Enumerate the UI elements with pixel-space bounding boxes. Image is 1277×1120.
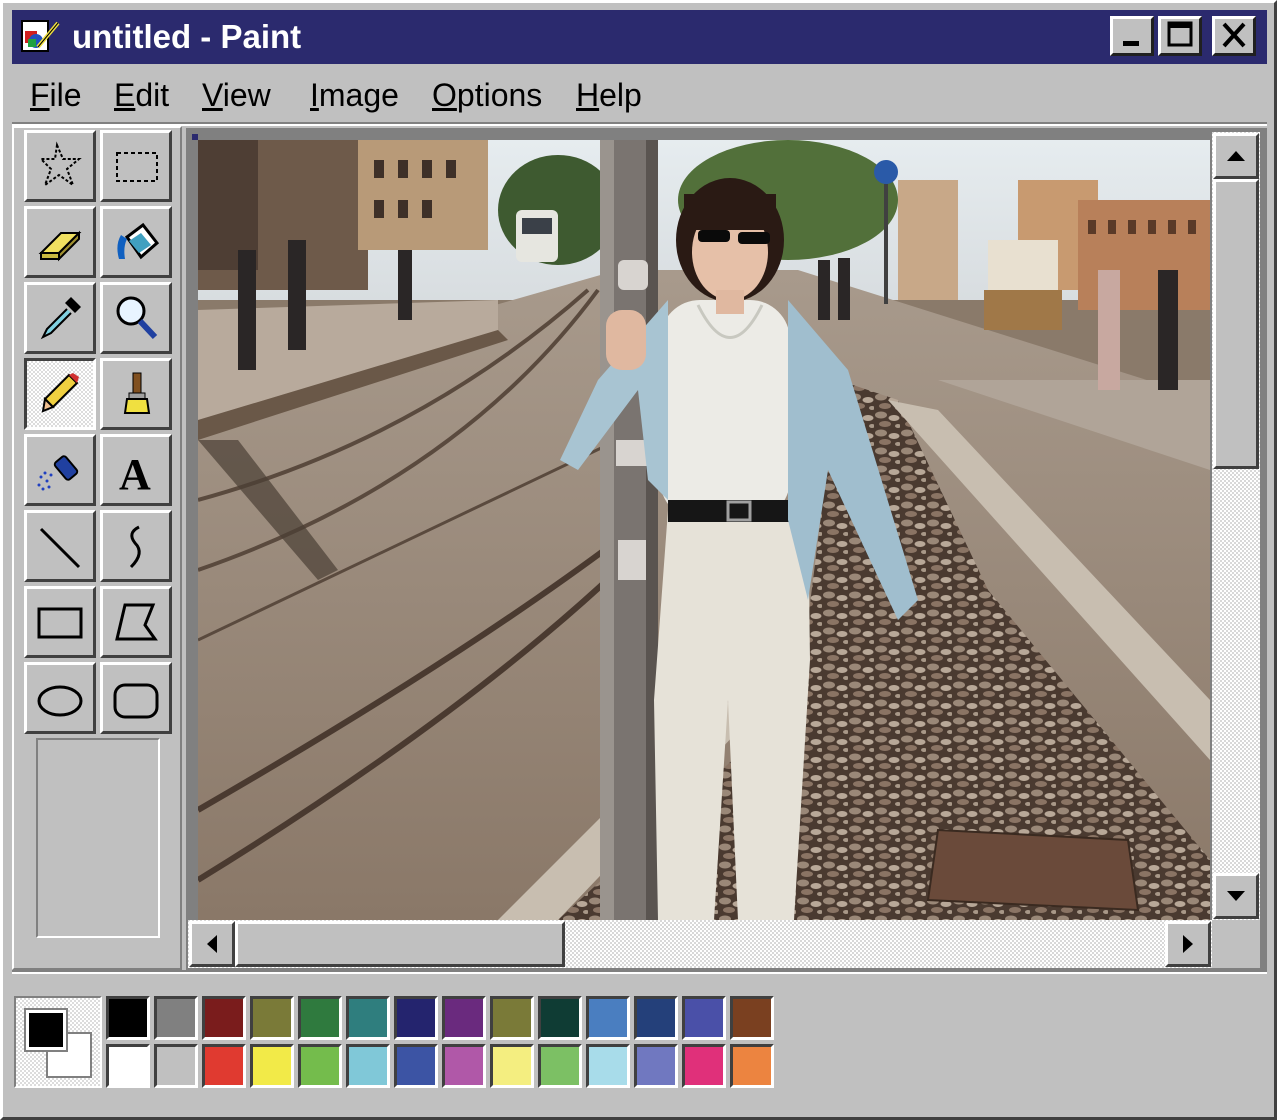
paint-bucket-icon <box>117 222 160 260</box>
scroll-left-button[interactable] <box>189 921 235 967</box>
menu-options[interactable]: Options <box>432 70 542 120</box>
arrow-right-icon <box>1183 935 1193 953</box>
menu-edit[interactable]: Edit <box>114 70 169 120</box>
scrollbar-corner <box>1212 920 1260 968</box>
palette-swatch[interactable] <box>586 996 630 1040</box>
palette-swatch[interactable] <box>298 1044 342 1088</box>
menu-view[interactable]: View <box>202 70 271 120</box>
current-colors[interactable] <box>14 996 102 1088</box>
polygon-icon <box>115 603 158 641</box>
palette-swatch[interactable] <box>346 996 390 1040</box>
curve-icon <box>129 525 141 569</box>
foreground-color[interactable] <box>24 1008 68 1052</box>
tool-line[interactable] <box>24 510 96 582</box>
toolbox: A <box>12 126 182 970</box>
close-button[interactable] <box>1212 16 1256 56</box>
tool-airbrush[interactable] <box>24 434 96 506</box>
palette-swatch[interactable] <box>394 996 438 1040</box>
airbrush-icon <box>37 455 79 491</box>
palette-swatch[interactable] <box>490 996 534 1040</box>
palette-swatch[interactable] <box>634 1044 678 1088</box>
menu-separator <box>12 122 1267 126</box>
palette-swatch[interactable] <box>250 1044 294 1088</box>
palette-swatch[interactable] <box>490 1044 534 1088</box>
minimize-button[interactable] <box>1110 16 1154 56</box>
tool-brush[interactable] <box>100 358 172 430</box>
palette-swatch[interactable] <box>346 1044 390 1088</box>
palette-swatch[interactable] <box>634 996 678 1040</box>
tool-curve[interactable] <box>100 510 172 582</box>
menu-file[interactable]: File <box>30 70 82 120</box>
tool-options-box[interactable] <box>36 738 160 938</box>
minimize-icon <box>1123 41 1139 46</box>
tool-pick-color[interactable] <box>24 282 96 354</box>
menu-image[interactable]: Image <box>310 70 399 120</box>
scroll-right-button[interactable] <box>1165 921 1211 967</box>
tool-free-form-select[interactable] <box>24 130 96 202</box>
palette-swatch[interactable] <box>394 1044 438 1088</box>
palette-swatch[interactable] <box>442 1044 486 1088</box>
palette-swatch[interactable] <box>202 1044 246 1088</box>
tool-text[interactable]: A <box>100 434 172 506</box>
eraser-icon <box>38 230 82 262</box>
palette-swatch[interactable] <box>250 996 294 1040</box>
pencil-icon <box>41 373 79 413</box>
tool-rounded-rectangle[interactable] <box>100 662 172 734</box>
maximize-button[interactable] <box>1158 16 1202 56</box>
vertical-scroll-thumb[interactable] <box>1213 179 1259 469</box>
title-bar[interactable]: untitled - Paint <box>12 10 1267 64</box>
vertical-scrollbar[interactable] <box>1212 132 1260 920</box>
magnifier-icon <box>116 296 158 340</box>
palette-swatch[interactable] <box>682 996 726 1040</box>
text-icon: A <box>119 450 151 499</box>
tool-ellipse[interactable] <box>24 662 96 734</box>
palette-swatch[interactable] <box>586 1044 630 1088</box>
paint-app-icon <box>21 20 60 52</box>
horizontal-scroll-thumb[interactable] <box>235 921 565 967</box>
palette-swatch[interactable] <box>730 996 774 1040</box>
palette-swatch[interactable] <box>442 996 486 1040</box>
tool-eraser[interactable] <box>24 206 96 278</box>
arrow-down-icon <box>1227 891 1245 901</box>
maximize-icon <box>1167 21 1193 47</box>
tool-fill-with-color[interactable] <box>100 206 172 278</box>
palette-swatch[interactable] <box>106 996 150 1040</box>
palette-swatch[interactable] <box>106 1044 150 1088</box>
rectangle-select-icon <box>116 152 158 182</box>
close-icon <box>1222 22 1246 48</box>
scroll-up-button[interactable] <box>1213 133 1259 179</box>
rectangle-icon <box>37 607 83 639</box>
palette-swatch[interactable] <box>202 996 246 1040</box>
menu-help[interactable]: Help <box>576 70 642 120</box>
ellipse-icon <box>37 685 83 717</box>
scroll-down-button[interactable] <box>1213 873 1259 919</box>
window-title: untitled - Paint <box>72 18 302 55</box>
palette-swatch[interactable] <box>538 1044 582 1088</box>
palette-swatch[interactable] <box>154 996 198 1040</box>
tool-select[interactable] <box>100 130 172 202</box>
arrow-left-icon <box>207 935 217 953</box>
eyedropper-icon <box>40 297 81 340</box>
rounded-rectangle-icon <box>113 683 159 719</box>
palette-swatch[interactable] <box>538 996 582 1040</box>
palette-swatch[interactable] <box>730 1044 774 1088</box>
canvas-image[interactable] <box>198 140 1210 920</box>
photo-scene <box>198 140 1210 920</box>
color-palette <box>12 990 782 1090</box>
palette-swatch[interactable] <box>154 1044 198 1088</box>
arrow-up-icon <box>1227 151 1245 161</box>
tool-magnifier[interactable] <box>100 282 172 354</box>
brush-icon <box>123 372 151 414</box>
svg-text:A: A <box>119 450 151 499</box>
free-form-select-icon <box>38 141 82 188</box>
palette-swatch[interactable] <box>298 996 342 1040</box>
line-icon <box>39 527 81 569</box>
horizontal-scrollbar[interactable] <box>188 920 1212 968</box>
tool-rectangle[interactable] <box>24 586 96 658</box>
palette-swatch[interactable] <box>682 1044 726 1088</box>
tool-polygon[interactable] <box>100 586 172 658</box>
palette-separator <box>12 970 1267 974</box>
tool-pencil[interactable] <box>24 358 96 430</box>
